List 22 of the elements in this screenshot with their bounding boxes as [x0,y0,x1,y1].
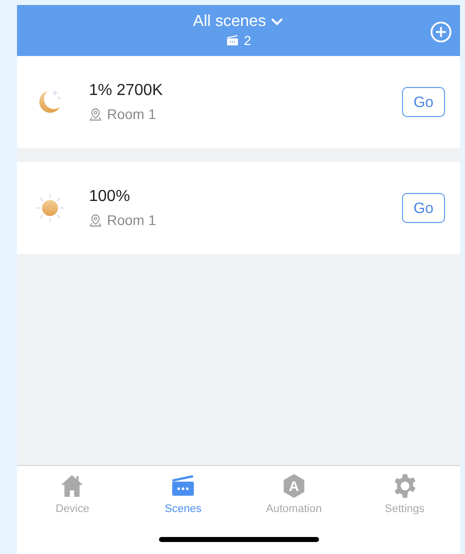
tab[interactable]: A Automation [244,473,344,515]
add-icon[interactable] [430,21,452,43]
hexagon-a-icon: A [280,473,307,499]
house-icon [59,473,86,499]
scene-count: 2 [244,33,252,48]
scene-name: 100% [89,188,131,206]
tab[interactable]: Device [22,473,122,515]
go-button[interactable]: Go [402,87,445,117]
clapperboard-icon [170,473,196,499]
location-pin-icon [89,108,102,120]
header-title[interactable]: All scenes [193,13,266,31]
scene-name: 1% 2700K [89,82,164,100]
room-label: Room 1 [107,212,156,228]
room-label: Room 1 [107,106,156,122]
go-button[interactable]: Go [402,193,445,223]
tab[interactable]: Scenes [133,473,234,515]
clapperboard-icon [226,34,239,47]
tab[interactable]: Settings [354,473,455,515]
location-pin-icon [89,214,102,226]
sun-icon [35,193,65,223]
settings-icon [392,473,418,499]
chevron-down-icon[interactable] [270,17,284,27]
